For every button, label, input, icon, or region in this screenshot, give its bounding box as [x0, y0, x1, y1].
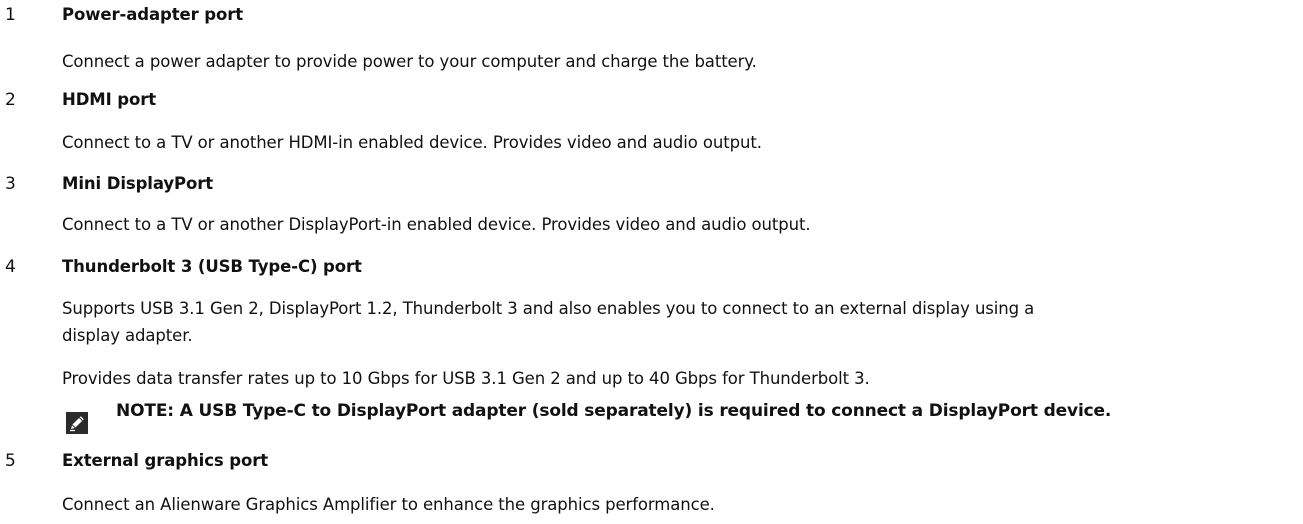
item-title: Thunderbolt 3 (USB Type-C) port — [62, 257, 362, 276]
item-title: HDMI port — [62, 90, 157, 109]
item-title: Power-adapter port — [62, 5, 244, 24]
item-number: 1 — [5, 5, 16, 25]
item-title: External graphics port — [62, 451, 269, 470]
note-text: NOTE: A USB Type-C to DisplayPort adapte… — [116, 401, 1112, 421]
item-title: Mini DisplayPort — [62, 174, 214, 193]
item-number: 5 — [5, 451, 16, 471]
note-box: NOTE: A USB Type-C to DisplayPort adapte… — [64, 400, 1303, 436]
item-number: 2 — [5, 90, 16, 110]
item-description: Connect to a TV or another DisplayPort-i… — [62, 215, 811, 234]
item-description: Supports USB 3.1 Gen 2, DisplayPort 1.2,… — [62, 299, 1035, 318]
ports-description-list: 1 Power-adapter port Connect a power ada… — [0, 0, 1303, 524]
item-description: Connect an Alienware Graphics Amplifier … — [62, 495, 715, 514]
item-description: Connect a power adapter to provide power… — [62, 52, 757, 71]
item-description-continued: display adapter. — [62, 326, 193, 345]
item-number: 4 — [5, 257, 16, 277]
item-number: 3 — [5, 174, 16, 194]
item-description-data-rates: Provides data transfer rates up to 10 Gb… — [62, 369, 870, 388]
pencil-note-icon — [66, 412, 88, 434]
item-description: Connect to a TV or another HDMI-in enabl… — [62, 133, 762, 152]
